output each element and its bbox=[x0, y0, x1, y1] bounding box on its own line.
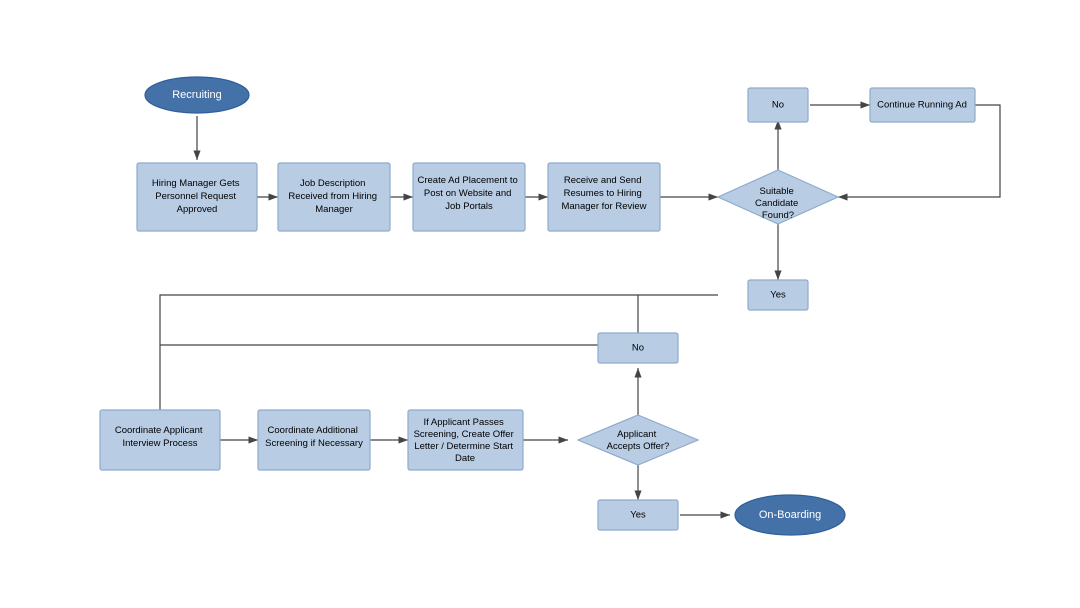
recruiting-label: Recruiting bbox=[172, 89, 222, 101]
no-top-label: No bbox=[772, 100, 784, 111]
suitable-candidate-label: Suitable Candidate Found? bbox=[755, 186, 801, 221]
yes-final-label: Yes bbox=[630, 510, 646, 521]
yes-top-label: Yes bbox=[770, 290, 786, 301]
no-mid-label: No bbox=[632, 343, 644, 354]
receive-send-label: Receive and Send Resumes to Hiring Manag… bbox=[561, 175, 646, 212]
onboarding-label: On-Boarding bbox=[759, 509, 821, 521]
continue-running-label: Continue Running Ad bbox=[877, 100, 967, 111]
